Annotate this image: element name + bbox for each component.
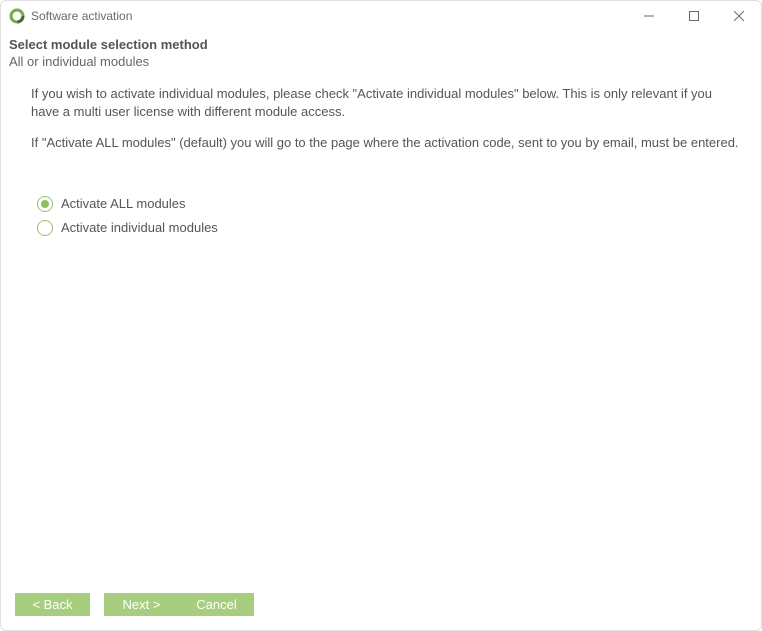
radio-label-all: Activate ALL modules xyxy=(61,196,186,211)
titlebar: Software activation xyxy=(1,1,761,31)
back-button[interactable]: < Back xyxy=(15,593,90,616)
radio-activate-individual[interactable]: Activate individual modules xyxy=(37,220,749,236)
page-subheading: All or individual modules xyxy=(9,54,749,69)
footer-buttons: < Back Next > Cancel xyxy=(1,583,761,630)
window-title: Software activation xyxy=(31,9,626,23)
radio-label-individual: Activate individual modules xyxy=(61,220,218,235)
page-heading: Select module selection method xyxy=(9,37,749,52)
module-selection-radio-group: Activate ALL modules Activate individual… xyxy=(9,196,749,244)
radio-button-icon xyxy=(37,196,53,212)
content-area: Select module selection method All or in… xyxy=(1,31,761,583)
window-controls xyxy=(626,1,761,31)
next-button[interactable]: Next > xyxy=(104,593,179,616)
app-icon xyxy=(9,8,25,24)
minimize-button[interactable] xyxy=(626,1,671,31)
spacer xyxy=(9,120,749,134)
radio-activate-all[interactable]: Activate ALL modules xyxy=(37,196,749,212)
radio-button-icon xyxy=(37,220,53,236)
maximize-button[interactable] xyxy=(671,1,716,31)
close-button[interactable] xyxy=(716,1,761,31)
instruction-paragraph-1: If you wish to activate individual modul… xyxy=(9,85,749,120)
instruction-paragraph-2: If "Activate ALL modules" (default) you … xyxy=(9,134,749,152)
cancel-button[interactable]: Cancel xyxy=(179,593,254,616)
